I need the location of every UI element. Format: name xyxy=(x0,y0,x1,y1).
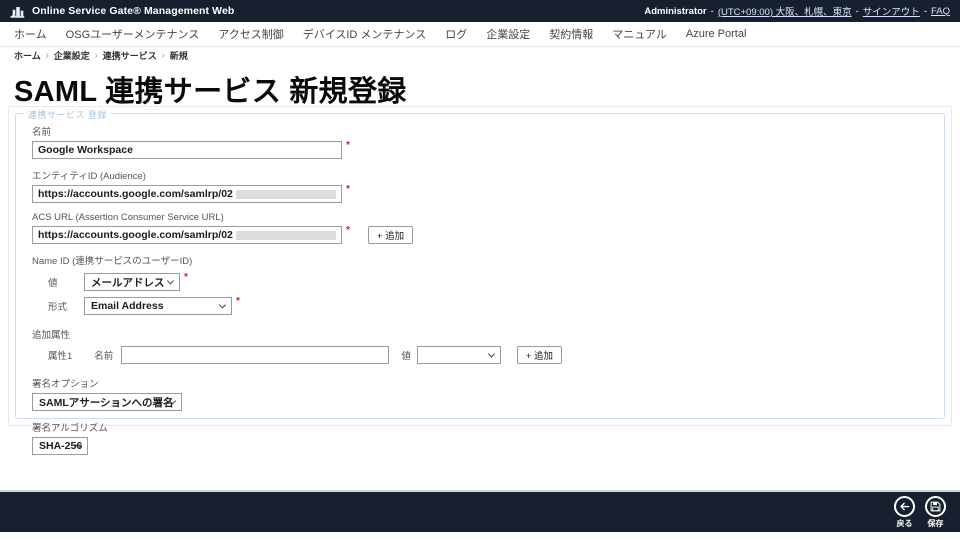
footer-action-bar: 戻る 保存 xyxy=(0,490,960,532)
signing-algorithm-label: 署名アルゴリズム xyxy=(32,423,108,434)
timezone-link[interactable]: (UTC+09:00) 大阪、札幌、東京 xyxy=(718,4,852,18)
acs-url-field-group: ACS URL (Assertion Consumer Service URL)… xyxy=(32,212,928,244)
breadcrumb: ホーム › 企業設定 › 連携サービス › 新規 xyxy=(0,48,960,62)
app-title: Online Service Gate® Management Web xyxy=(32,5,235,17)
name-input[interactable]: Google Workspace xyxy=(32,141,342,159)
user-name-label: Administrator xyxy=(644,5,707,17)
save-button-label: 保存 xyxy=(927,518,944,528)
entity-id-field-group: エンティティID (Audience) https://accounts.goo… xyxy=(32,168,928,203)
attribute-row-label: 属性1 xyxy=(48,351,73,362)
nav-item-device-id-maintenance[interactable]: デバイスID メンテナンス xyxy=(303,26,427,42)
back-arrow-icon xyxy=(899,501,910,512)
breadcrumb-separator: › xyxy=(45,50,49,60)
attribute-add-button[interactable]: + 追加 xyxy=(516,346,563,364)
header-separator: - xyxy=(855,5,859,17)
name-label: 名前 xyxy=(32,127,52,138)
nav-item-access-control[interactable]: アクセス制御 xyxy=(218,26,283,42)
back-button[interactable]: 戻る xyxy=(894,495,915,529)
required-marker: * xyxy=(346,225,350,236)
entity-id-label: エンティティID (Audience) xyxy=(32,171,146,182)
content-panel: 連携サービス 登録 名前 Google Workspace * エンティティID… xyxy=(8,106,952,455)
header-separator: - xyxy=(710,5,714,17)
additional-attributes-section: 追加属性 属性1 名前 値 + 追加 xyxy=(32,327,928,364)
required-marker: * xyxy=(236,296,240,307)
breadcrumb-link-company-settings[interactable]: 企業設定 xyxy=(54,49,90,62)
app-logo-icon xyxy=(10,5,26,18)
main-nav: ホーム OSGユーザーメンテナンス アクセス制御 デバイスID メンテナンス ロ… xyxy=(0,22,960,47)
nav-item-home[interactable]: ホーム xyxy=(14,26,47,42)
top-header-bar: Online Service Gate® Management Web Admi… xyxy=(0,0,960,22)
entity-id-input[interactable]: https://accounts.google.com/samlrp/02 xyxy=(32,185,342,203)
fieldset-legend: 連携サービス 登録 xyxy=(24,108,112,121)
breadcrumb-link-home[interactable]: ホーム xyxy=(14,49,41,62)
signing-option-select[interactable]: SAMLアサーションへの署名 xyxy=(32,393,182,411)
attribute-name-label: 名前 xyxy=(94,351,114,362)
nav-item-manual[interactable]: マニュアル xyxy=(612,26,667,42)
name-id-format-select[interactable]: Email Address xyxy=(84,297,232,315)
attribute-value-select[interactable] xyxy=(416,346,501,364)
attribute-name-input[interactable] xyxy=(121,346,390,364)
save-button[interactable]: 保存 xyxy=(925,495,946,529)
acs-url-add-button[interactable]: + 追加 xyxy=(367,226,414,244)
signing-algorithm-group: 署名アルゴリズム SHA-256 xyxy=(32,420,928,455)
signing-option-label: 署名オプション xyxy=(32,379,99,390)
signing-algorithm-select[interactable]: SHA-256 xyxy=(32,437,88,455)
attribute-value-label: 値 xyxy=(401,351,411,362)
redacted-value xyxy=(235,189,336,199)
additional-attributes-label: 追加属性 xyxy=(32,330,71,341)
name-id-value-label: 値 xyxy=(48,278,58,289)
chevron-down-icon xyxy=(166,277,175,285)
breadcrumb-current: 新規 xyxy=(169,50,188,61)
acs-url-input[interactable]: https://accounts.google.com/samlrp/02 xyxy=(32,226,342,244)
registration-fieldset: 連携サービス 登録 名前 Google Workspace * エンティティID… xyxy=(15,108,945,455)
name-field-group: 名前 Google Workspace * xyxy=(32,124,928,159)
chevron-down-icon xyxy=(487,350,495,358)
signout-link[interactable]: サインアウト xyxy=(863,4,920,18)
back-button-label: 戻る xyxy=(896,518,913,528)
save-floppy-icon xyxy=(930,501,941,512)
nav-item-company-settings[interactable]: 企業設定 xyxy=(486,26,530,42)
breadcrumb-separator: › xyxy=(94,50,98,60)
name-id-section-label: Name ID (連携サービスのユーザーID) xyxy=(32,256,193,267)
nav-item-contract-info[interactable]: 契約情報 xyxy=(549,26,593,42)
chevron-down-icon xyxy=(218,301,227,309)
nav-item-log[interactable]: ログ xyxy=(445,26,467,42)
required-marker: * xyxy=(346,140,350,151)
required-marker: * xyxy=(346,184,350,195)
breadcrumb-separator: › xyxy=(161,50,165,60)
name-id-format-label: 形式 xyxy=(48,302,68,313)
signing-option-group: 署名オプション SAMLアサーションへの署名 xyxy=(32,376,928,411)
required-marker: * xyxy=(184,272,188,283)
faq-link[interactable]: FAQ xyxy=(931,6,950,17)
redacted-value xyxy=(235,230,336,240)
breadcrumb-link-federated-service[interactable]: 連携サービス xyxy=(103,49,157,62)
header-separator: - xyxy=(923,5,927,17)
name-id-section: Name ID (連携サービスのユーザーID) 値 メールアドレス * 形式 E… xyxy=(32,253,928,315)
acs-url-label: ACS URL (Assertion Consumer Service URL) xyxy=(32,212,224,223)
page-title: SAML 連携サービス 新規登録 xyxy=(14,76,407,108)
nav-item-osg-user-maintenance[interactable]: OSGユーザーメンテナンス xyxy=(66,26,200,42)
name-id-value-select[interactable]: メールアドレス xyxy=(84,273,180,291)
nav-item-azure-portal[interactable]: Azure Portal xyxy=(686,28,747,40)
